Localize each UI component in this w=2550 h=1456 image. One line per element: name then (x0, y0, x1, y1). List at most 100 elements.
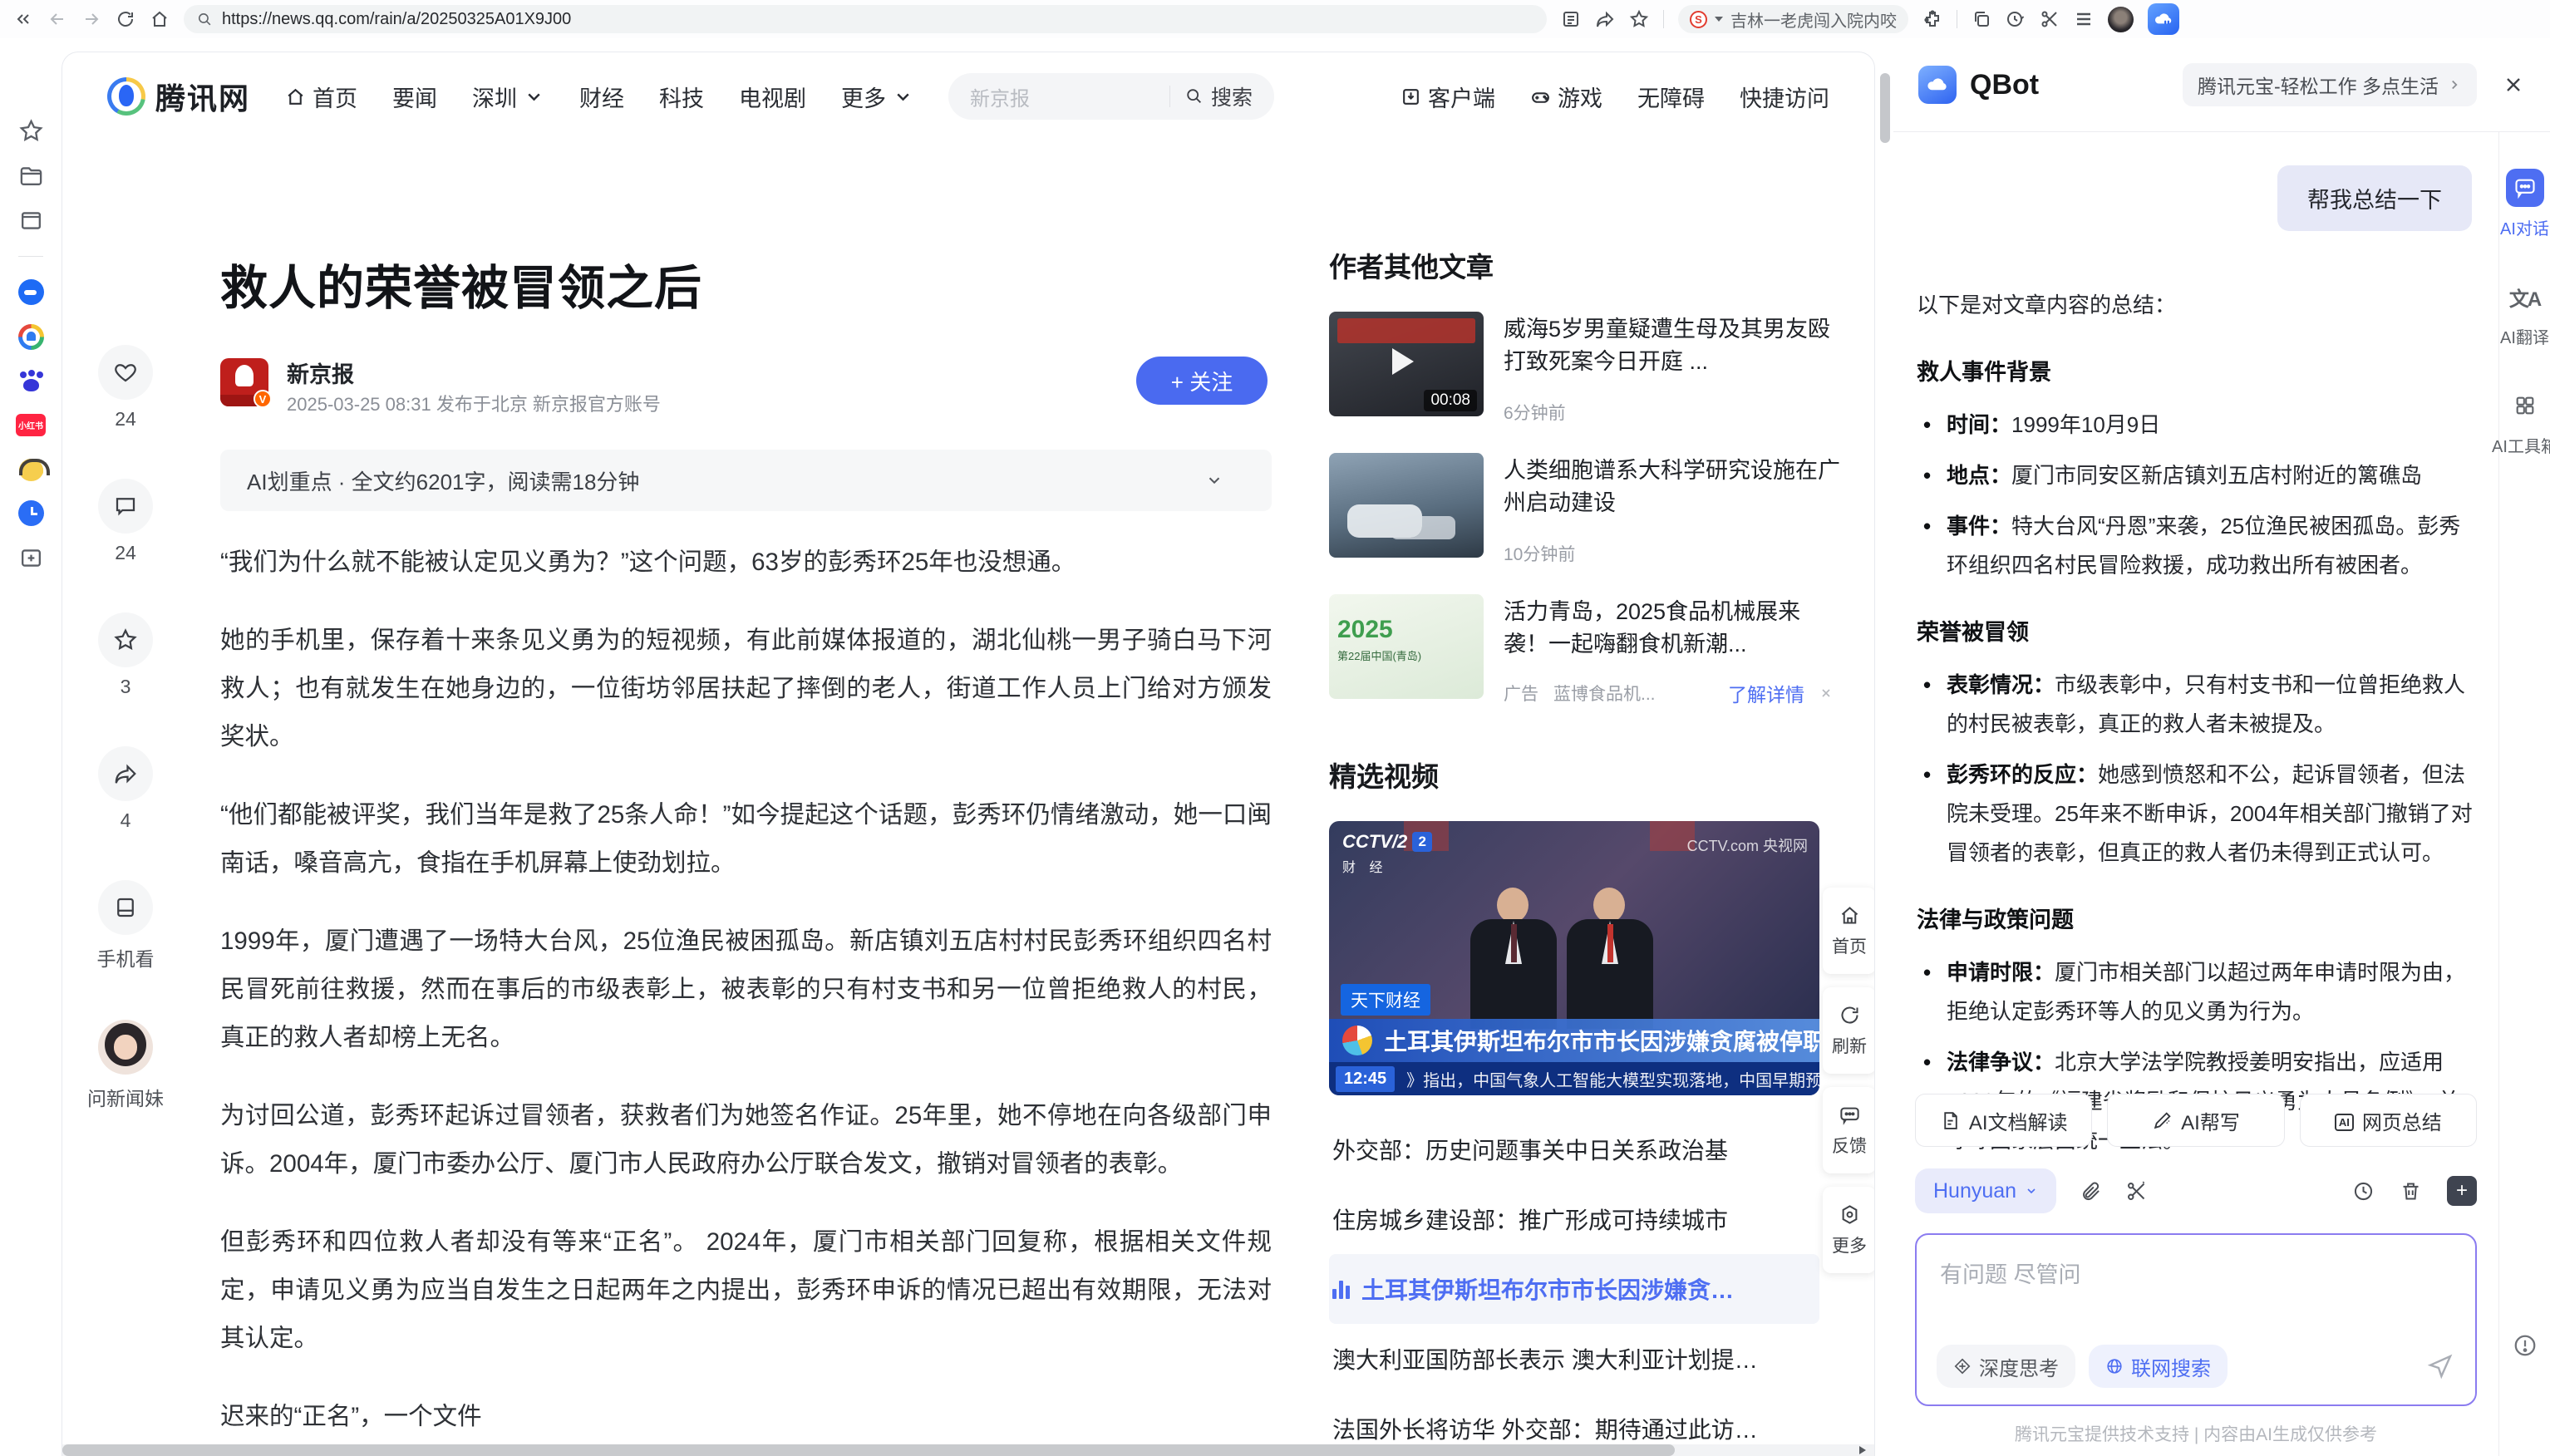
folder-icon[interactable] (18, 163, 44, 189)
music-headset-icon[interactable] (18, 455, 44, 481)
float-refresh-button[interactable]: 刷新 (1823, 987, 1875, 1074)
yuanbao-promo-button[interactable]: 腾讯元宝-轻松工作 多点生活 (2183, 63, 2477, 106)
reading-list-icon[interactable] (18, 208, 44, 234)
related-title[interactable]: 威海5岁男童疑遭生母及其男友殴打致死案今日开庭 ... (1504, 313, 1841, 378)
close-icon[interactable] (1819, 686, 1833, 700)
nav-item-tech[interactable]: 科技 (659, 81, 704, 113)
alert-icon[interactable] (2513, 1333, 2538, 1358)
site-search-input[interactable]: 新京报 搜索 (948, 73, 1274, 120)
ai-doc-button[interactable]: AI文档解读 (1915, 1094, 2092, 1147)
ad-cta-link[interactable]: 了解详情 (1728, 679, 1804, 707)
tab-ai-translate[interactable]: AI翻译 (2500, 278, 2549, 348)
news-bell-icon[interactable] (18, 324, 44, 350)
like-button[interactable]: 24 (98, 345, 153, 430)
related-heading: 作者其他文章 (1329, 245, 1494, 285)
menu-icon[interactable] (2074, 9, 2094, 29)
download-icon (1401, 86, 1421, 107)
browser-toolbar: https://news.qq.com/rain/a/20250325A01X9… (0, 0, 2550, 38)
history-icon[interactable] (2006, 9, 2026, 29)
nav-item-games[interactable]: 游戏 (1530, 81, 1602, 113)
model-selector[interactable]: Hunyuan (1915, 1168, 2056, 1213)
qbot-side-rail: AI对话 AI翻译 AI工具箱 (2498, 132, 2550, 1456)
trash-icon[interactable] (2400, 1180, 2422, 1203)
history-icon[interactable] (2352, 1180, 2375, 1203)
share-icon[interactable] (1595, 9, 1615, 29)
nav-item-tv[interactable]: 电视剧 (739, 81, 806, 113)
page-scrollbar[interactable] (1877, 38, 1893, 1456)
screenshot-scissors-icon[interactable] (2040, 9, 2060, 29)
qbot-title: QBot (1970, 69, 2039, 101)
mobile-view-button[interactable]: 手机看 (97, 880, 155, 971)
favorite-button[interactable]: 3 (98, 612, 153, 698)
collapse-sidebar-icon[interactable] (13, 9, 33, 29)
home-icon[interactable] (150, 9, 170, 29)
nav-item-accessibility[interactable]: 无障碍 (1637, 81, 1705, 113)
search-button[interactable]: 搜索 (1185, 81, 1253, 111)
reader-mode-icon[interactable] (1561, 9, 1581, 29)
profile-avatar[interactable] (2108, 7, 2134, 32)
ai-summary-bar[interactable]: AI划重点 · 全文约6201字，阅读需18分钟 (220, 450, 1272, 511)
share-button[interactable]: 4 (98, 746, 153, 832)
bookmark-star-icon[interactable] (1629, 9, 1649, 29)
playlist-item[interactable]: 外交部：历史问题事关中日关系政治基 (1329, 1114, 1819, 1184)
related-item[interactable]: 人类细胞谱系大科学研究设施在广州启动建设 10分钟前 (1329, 453, 1841, 578)
video-player[interactable]: CCTV/22 财 经 CCTV.com 央视网 天下财经 土耳其伊斯坦布尔市市… (1329, 821, 1819, 1095)
tab-ai-toolbox[interactable]: AI工具箱 (2492, 386, 2550, 457)
float-home-button[interactable]: 首页 (1823, 888, 1875, 974)
site-logo[interactable]: 腾讯网 (107, 75, 250, 118)
web-search-toggle[interactable]: 联网搜索 (2089, 1345, 2228, 1388)
send-icon[interactable] (2427, 1353, 2454, 1380)
article-thumbnail[interactable] (1329, 453, 1484, 558)
favorites-star-icon[interactable] (18, 118, 44, 144)
new-chat-button[interactable] (2447, 1176, 2477, 1206)
follow-button[interactable]: + 关注 (1136, 357, 1268, 405)
chat-input[interactable]: 有问题 尽管问 深度思考 联网搜索 (1915, 1233, 2477, 1406)
close-icon[interactable] (2502, 73, 2525, 96)
playlist-item[interactable]: 住房城乡建设部：推广形成可持续城市 (1329, 1184, 1819, 1254)
video-thumbnail[interactable]: 00:08 (1329, 312, 1484, 416)
add-icon[interactable] (18, 545, 44, 571)
extensions-puzzle-icon[interactable] (1922, 9, 1942, 29)
ad-item[interactable]: 2025 第22届中国(青岛) 活力青岛，2025食品机械展来袭！一起嗨翻食机新… (1329, 594, 1841, 719)
reload-icon[interactable] (116, 9, 135, 29)
author-name[interactable]: 新京报 (287, 357, 354, 389)
nav-item-client[interactable]: 客户端 (1401, 81, 1495, 113)
scrollbar-thumb[interactable] (1880, 73, 1890, 143)
nav-item-shenzhen[interactable]: 深圳 (472, 81, 544, 113)
tab-ai-chat[interactable]: AI对话 (2500, 169, 2549, 239)
comment-button[interactable]: 24 (98, 479, 153, 564)
nav-item-home[interactable]: 首页 (285, 81, 357, 113)
float-feedback-button[interactable]: 反馈 (1823, 1087, 1875, 1173)
playlist-item-active[interactable]: 土耳其伊斯坦布尔市市长因涉嫌贪… (1329, 1254, 1819, 1324)
chevron-down-icon[interactable] (1205, 471, 1223, 489)
clock-icon[interactable] (18, 500, 44, 526)
ai-write-button[interactable]: AI帮写 (2107, 1094, 2284, 1147)
nav-item-news[interactable]: 要闻 (392, 81, 437, 113)
browser-logo[interactable] (2148, 3, 2179, 35)
xiaohongshu-icon[interactable]: 小红书 (16, 414, 46, 436)
ad-thumbnail[interactable]: 2025 第22届中国(青岛) (1329, 594, 1484, 699)
nav-item-quick-access[interactable]: 快捷访问 (1740, 81, 1829, 113)
screenshot-scissors-icon[interactable] (2125, 1180, 2148, 1203)
nav-item-finance[interactable]: 财经 (579, 81, 624, 113)
related-item[interactable]: 00:08 威海5岁男童疑遭生母及其男友殴打致死案今日开庭 ... 6分钟前 (1329, 312, 1841, 436)
scroll-right-arrow[interactable] (1859, 1446, 1866, 1454)
web-summary-button[interactable]: 网页总结 (2300, 1094, 2477, 1147)
tabs-icon[interactable] (1972, 9, 1991, 29)
back-icon[interactable] (47, 9, 67, 29)
nav-item-more[interactable]: 更多 (841, 81, 913, 113)
horizontal-scrollbar[interactable] (62, 1444, 1874, 1456)
baidu-paw-icon[interactable] (18, 369, 44, 395)
deep-think-toggle[interactable]: 深度思考 (1937, 1345, 2075, 1388)
hot-search-chip[interactable]: S 吉林一老虎闯入院内咬 (1678, 5, 1908, 33)
address-bar[interactable]: https://news.qq.com/rain/a/20250325A01X9… (184, 5, 1547, 33)
forward-icon[interactable] (81, 9, 101, 29)
qq-icon[interactable] (18, 279, 44, 305)
scrollbar-thumb[interactable] (62, 1444, 1675, 1456)
attach-paperclip-icon[interactable] (2080, 1180, 2102, 1203)
related-title[interactable]: 人类细胞谱系大科学研究设施在广州启动建设 (1504, 455, 1841, 519)
news-assistant-button[interactable]: 问新闻妹 (87, 1020, 164, 1111)
float-more-button[interactable]: 更多 (1823, 1187, 1875, 1273)
ad-title[interactable]: 活力青岛，2025食品机械展来袭！一起嗨翻食机新潮... (1504, 596, 1841, 661)
playlist-item[interactable]: 澳大利亚国防部长表示 澳大利亚计划提… (1329, 1324, 1819, 1394)
